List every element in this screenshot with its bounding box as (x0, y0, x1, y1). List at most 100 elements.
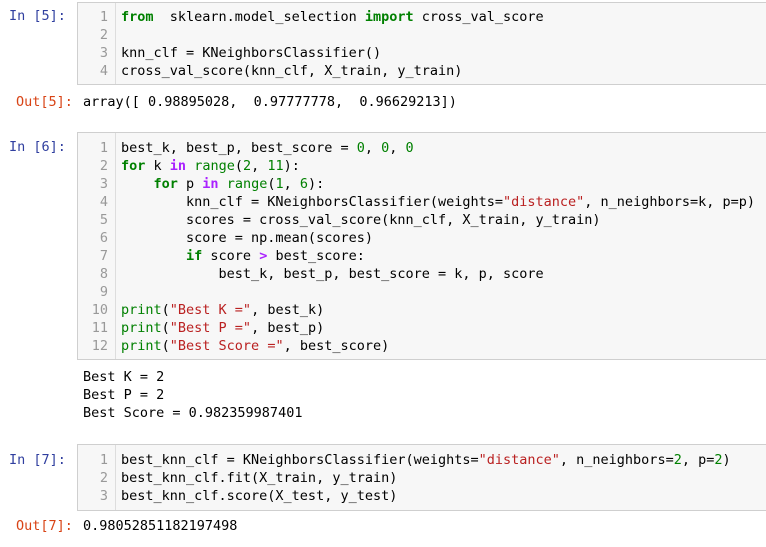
code-token: score = np.mean(scores) (121, 230, 373, 246)
output-result: array([ 0.98895028, 0.97777778, 0.966292… (83, 94, 457, 110)
code-token: best_k, best_p, best_score = (121, 140, 357, 156)
code-token: "distance" (503, 194, 585, 210)
code-token: scores = cross_val_score(knn_clf, X_trai… (121, 212, 601, 228)
code-token: best_knn_clf.fit(X_train, y_train) (121, 470, 398, 486)
code-token: ) (722, 452, 731, 468)
code-line: 9 (78, 283, 766, 301)
code-text: knn_clf = KNeighborsClassifier(weights="… (121, 193, 755, 211)
code-line: 3 for p in range(1, 6): (78, 175, 766, 193)
code-text: score = np.mean(scores) (121, 229, 373, 247)
code-line: 12 print("Best Score =", best_score) (78, 337, 766, 355)
code-text: for p in range(1, 6): (121, 175, 325, 193)
code-token: , best_score) (283, 338, 390, 354)
code-token: "Best K =" (169, 302, 252, 318)
code-token: ( (161, 320, 170, 336)
code-line: 1 best_k, best_p, best_score = 0, 0, 0 (78, 139, 766, 157)
code-line: 2 for k in range(2, 11): (78, 157, 766, 175)
code-line: 3 best_knn_clf.score(X_test, y_test) (78, 487, 766, 505)
code-token: range (194, 158, 235, 174)
code-token: in (169, 158, 187, 174)
code-token: cross_val_score(knn_clf, X_train, y_trai… (121, 63, 463, 79)
code-token: ): (308, 176, 325, 192)
line-number: 2 (99, 158, 108, 174)
code-token: knn_clf = KNeighborsClassifier(weights= (121, 194, 504, 210)
line-number: 3 (99, 176, 108, 192)
code-token: sklearn.model_selection (153, 9, 365, 25)
code-token: knn_clf = KNeighborsClassifier() (121, 45, 382, 61)
line-number: 5 (99, 212, 108, 228)
code-editor[interactable]: 1 from sklearn.model_selection import cro… (77, 2, 766, 85)
line-number: 2 (99, 470, 108, 486)
code-token: 2 (714, 452, 723, 468)
code-line: 7 if score > best_score: (78, 247, 766, 265)
code-editor[interactable]: 1 best_k, best_p, best_score = 0, 0, 0 2 fo… (77, 132, 766, 360)
code-token: ): (283, 158, 300, 174)
code-token: ( (161, 302, 170, 318)
line-number: 3 (99, 45, 108, 61)
line-number: 10 (91, 302, 108, 318)
line-number: 11 (91, 320, 108, 336)
code-token: in (202, 176, 219, 192)
line-number: 1 (99, 9, 108, 25)
line-number: 1 (99, 140, 108, 156)
code-text: best_k, best_p, best_score = k, p, score (121, 265, 544, 283)
input-prompt: In [7]: (9, 452, 66, 468)
code-token: 2 (673, 452, 682, 468)
code-text: print("Best Score =", best_score) (121, 337, 389, 355)
code-token: , best_p) (251, 320, 325, 336)
line-number: 9 (99, 284, 108, 300)
code-token: range (226, 176, 268, 192)
line-number: 4 (99, 63, 108, 79)
code-token: print (121, 320, 162, 336)
line-number: 6 (99, 230, 108, 246)
code-token: , (283, 176, 300, 192)
output-result: 0.98052851182197498 (83, 518, 238, 534)
line-number: 1 (99, 452, 108, 468)
code-token: , best_k) (251, 302, 325, 318)
code-token: if (186, 248, 203, 264)
code-line: 4 cross_val_score(knn_clf, X_train, y_tra… (78, 62, 766, 80)
code-token: for (153, 176, 178, 192)
code-token: , (389, 140, 406, 156)
code-token: "distance" (478, 452, 560, 468)
code-token: print (121, 302, 162, 318)
code-text: print("Best K =", best_k) (121, 301, 324, 319)
code-editor[interactable]: 1 best_knn_clf = KNeighborsClassifier(wei… (77, 444, 766, 511)
code-token: from (121, 9, 154, 25)
code-token: 1 (275, 176, 284, 192)
code-token: "Best P =" (169, 320, 252, 336)
code-text: scores = cross_val_score(knn_clf, X_trai… (121, 211, 601, 229)
code-line: 8 best_k, best_p, best_score = k, p, sco… (78, 265, 766, 283)
code-token: 11 (267, 158, 284, 174)
code-token: , (364, 140, 382, 156)
code-token: , (251, 158, 268, 174)
code-line: 1 from sklearn.model_selection import cro… (78, 8, 766, 26)
code-line: 5 scores = cross_val_score(knn_clf, X_tr… (78, 211, 766, 229)
code-text: best_knn_clf.score(X_test, y_test) (121, 487, 397, 505)
code-token: 0 (356, 140, 365, 156)
line-number: 12 (91, 338, 108, 354)
code-line: 10 print("Best K =", best_k) (78, 301, 766, 319)
stdout-line: Best Score = 0.982359987401 (83, 405, 303, 421)
code-text: print("Best P =", best_p) (121, 319, 324, 337)
code-text: best_k, best_p, best_score = 0, 0, 0 (121, 139, 414, 157)
code-token: 0 (405, 140, 414, 156)
code-token: cross_val_score (413, 9, 544, 25)
stdout-line: Best P = 2 (83, 387, 165, 403)
code-token: , p= (681, 452, 715, 468)
code-line: 6 score = np.mean(scores) (78, 229, 766, 247)
input-prompt: In [6]: (9, 139, 66, 155)
code-token: best_knn_clf.score(X_test, y_test) (121, 488, 398, 504)
code-token: , n_neighbors= (559, 452, 674, 468)
code-token: import (364, 9, 414, 25)
code-line: 2 best_knn_clf.fit(X_train, y_train) (78, 469, 766, 487)
line-number: 8 (99, 266, 108, 282)
code-token: best_knn_clf = KNeighborsClassifier(weig… (121, 452, 479, 468)
code-token: score (202, 248, 260, 264)
code-token: "Best Score =" (169, 338, 284, 354)
code-token: ( (161, 338, 170, 354)
code-text: from sklearn.model_selection import cros… (121, 8, 544, 26)
